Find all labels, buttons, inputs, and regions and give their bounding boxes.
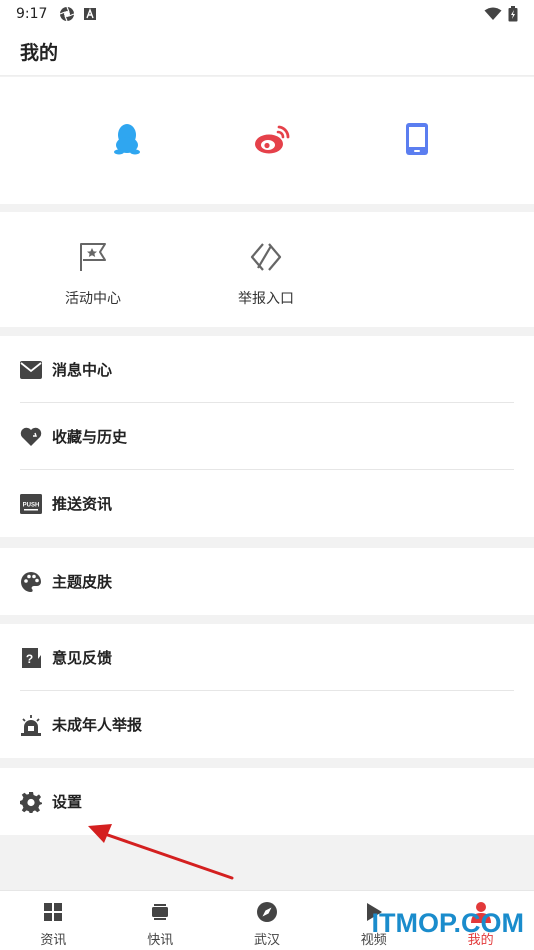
- menu-item-label: 消息中心: [52, 361, 113, 379]
- menu-item-label: 推送资讯: [52, 495, 113, 513]
- compass-icon: [256, 901, 278, 923]
- nav-item-flash[interactable]: 快讯: [107, 891, 214, 950]
- menu-item-minor-report[interactable]: 未成年人举报: [0, 691, 534, 758]
- quick-action-report-entry[interactable]: 举报入口: [206, 240, 326, 308]
- wifi-icon: [484, 7, 502, 20]
- menu-item-favorites-history[interactable]: 收藏与历史: [0, 403, 534, 470]
- battery-icon: [508, 6, 518, 22]
- quick-action-label: 举报入口: [238, 291, 294, 307]
- page-title: 我的: [20, 42, 59, 64]
- menu-item-theme-skin[interactable]: 主题皮肤: [0, 548, 534, 615]
- nav-label: 快讯: [147, 933, 174, 948]
- push-icon: PUSH: [20, 493, 42, 515]
- menu-group-2: 主题皮肤: [0, 548, 534, 615]
- login-options: [0, 77, 534, 204]
- status-time: 9:17: [16, 6, 48, 22]
- tv-icon: [149, 901, 171, 923]
- menu-group-4: 设置: [0, 768, 534, 835]
- status-bar: 9:17: [0, 0, 534, 28]
- menu-item-settings[interactable]: 设置: [0, 768, 534, 835]
- grid-icon: [42, 901, 64, 923]
- weibo-icon[interactable]: [252, 119, 292, 159]
- nav-item-news[interactable]: 资讯: [0, 891, 107, 950]
- alarm-icon: [20, 714, 42, 736]
- palette-icon: [20, 571, 42, 593]
- nav-item-wuhan[interactable]: 武汉: [214, 891, 321, 950]
- nav-label: 资讯: [40, 933, 67, 948]
- menu-group-1: 消息中心 收藏与历史 PUSH 推送资讯: [0, 336, 534, 537]
- menu-item-label: 未成年人举报: [52, 716, 143, 734]
- notification-a-icon: [84, 8, 97, 20]
- menu-item-message-center[interactable]: 消息中心: [0, 336, 534, 403]
- aperture-icon: [60, 6, 75, 22]
- svg-text:?: ?: [26, 652, 33, 666]
- watermark: ITMOP.COM: [371, 908, 524, 938]
- phone-icon[interactable]: [397, 119, 437, 159]
- quick-action-label: 活动中心: [65, 291, 121, 307]
- nav-label: 武汉: [253, 933, 280, 948]
- page-header: 我的: [0, 28, 534, 76]
- menu-item-label: 主题皮肤: [52, 573, 113, 591]
- report-icon: [249, 240, 283, 274]
- quick-action-activity-center[interactable]: 活动中心: [33, 240, 153, 308]
- flag-star-icon: [76, 240, 110, 274]
- menu-item-feedback[interactable]: ? 意见反馈: [0, 624, 534, 691]
- gear-icon: [20, 791, 42, 813]
- heart-icon: [20, 426, 42, 448]
- qq-icon[interactable]: [107, 119, 147, 159]
- menu-group-3: ? 意见反馈 未成年人举报: [0, 624, 534, 758]
- feedback-icon: ?: [20, 647, 42, 669]
- quick-actions: 活动中心 举报入口: [0, 212, 534, 327]
- menu-item-label: 意见反馈: [52, 649, 113, 667]
- mail-icon: [20, 359, 42, 381]
- menu-item-label: 收藏与历史: [52, 428, 128, 446]
- menu-item-push-news[interactable]: PUSH 推送资讯: [0, 470, 534, 537]
- menu-item-label: 设置: [52, 793, 83, 811]
- svg-text:PUSH: PUSH: [23, 502, 40, 508]
